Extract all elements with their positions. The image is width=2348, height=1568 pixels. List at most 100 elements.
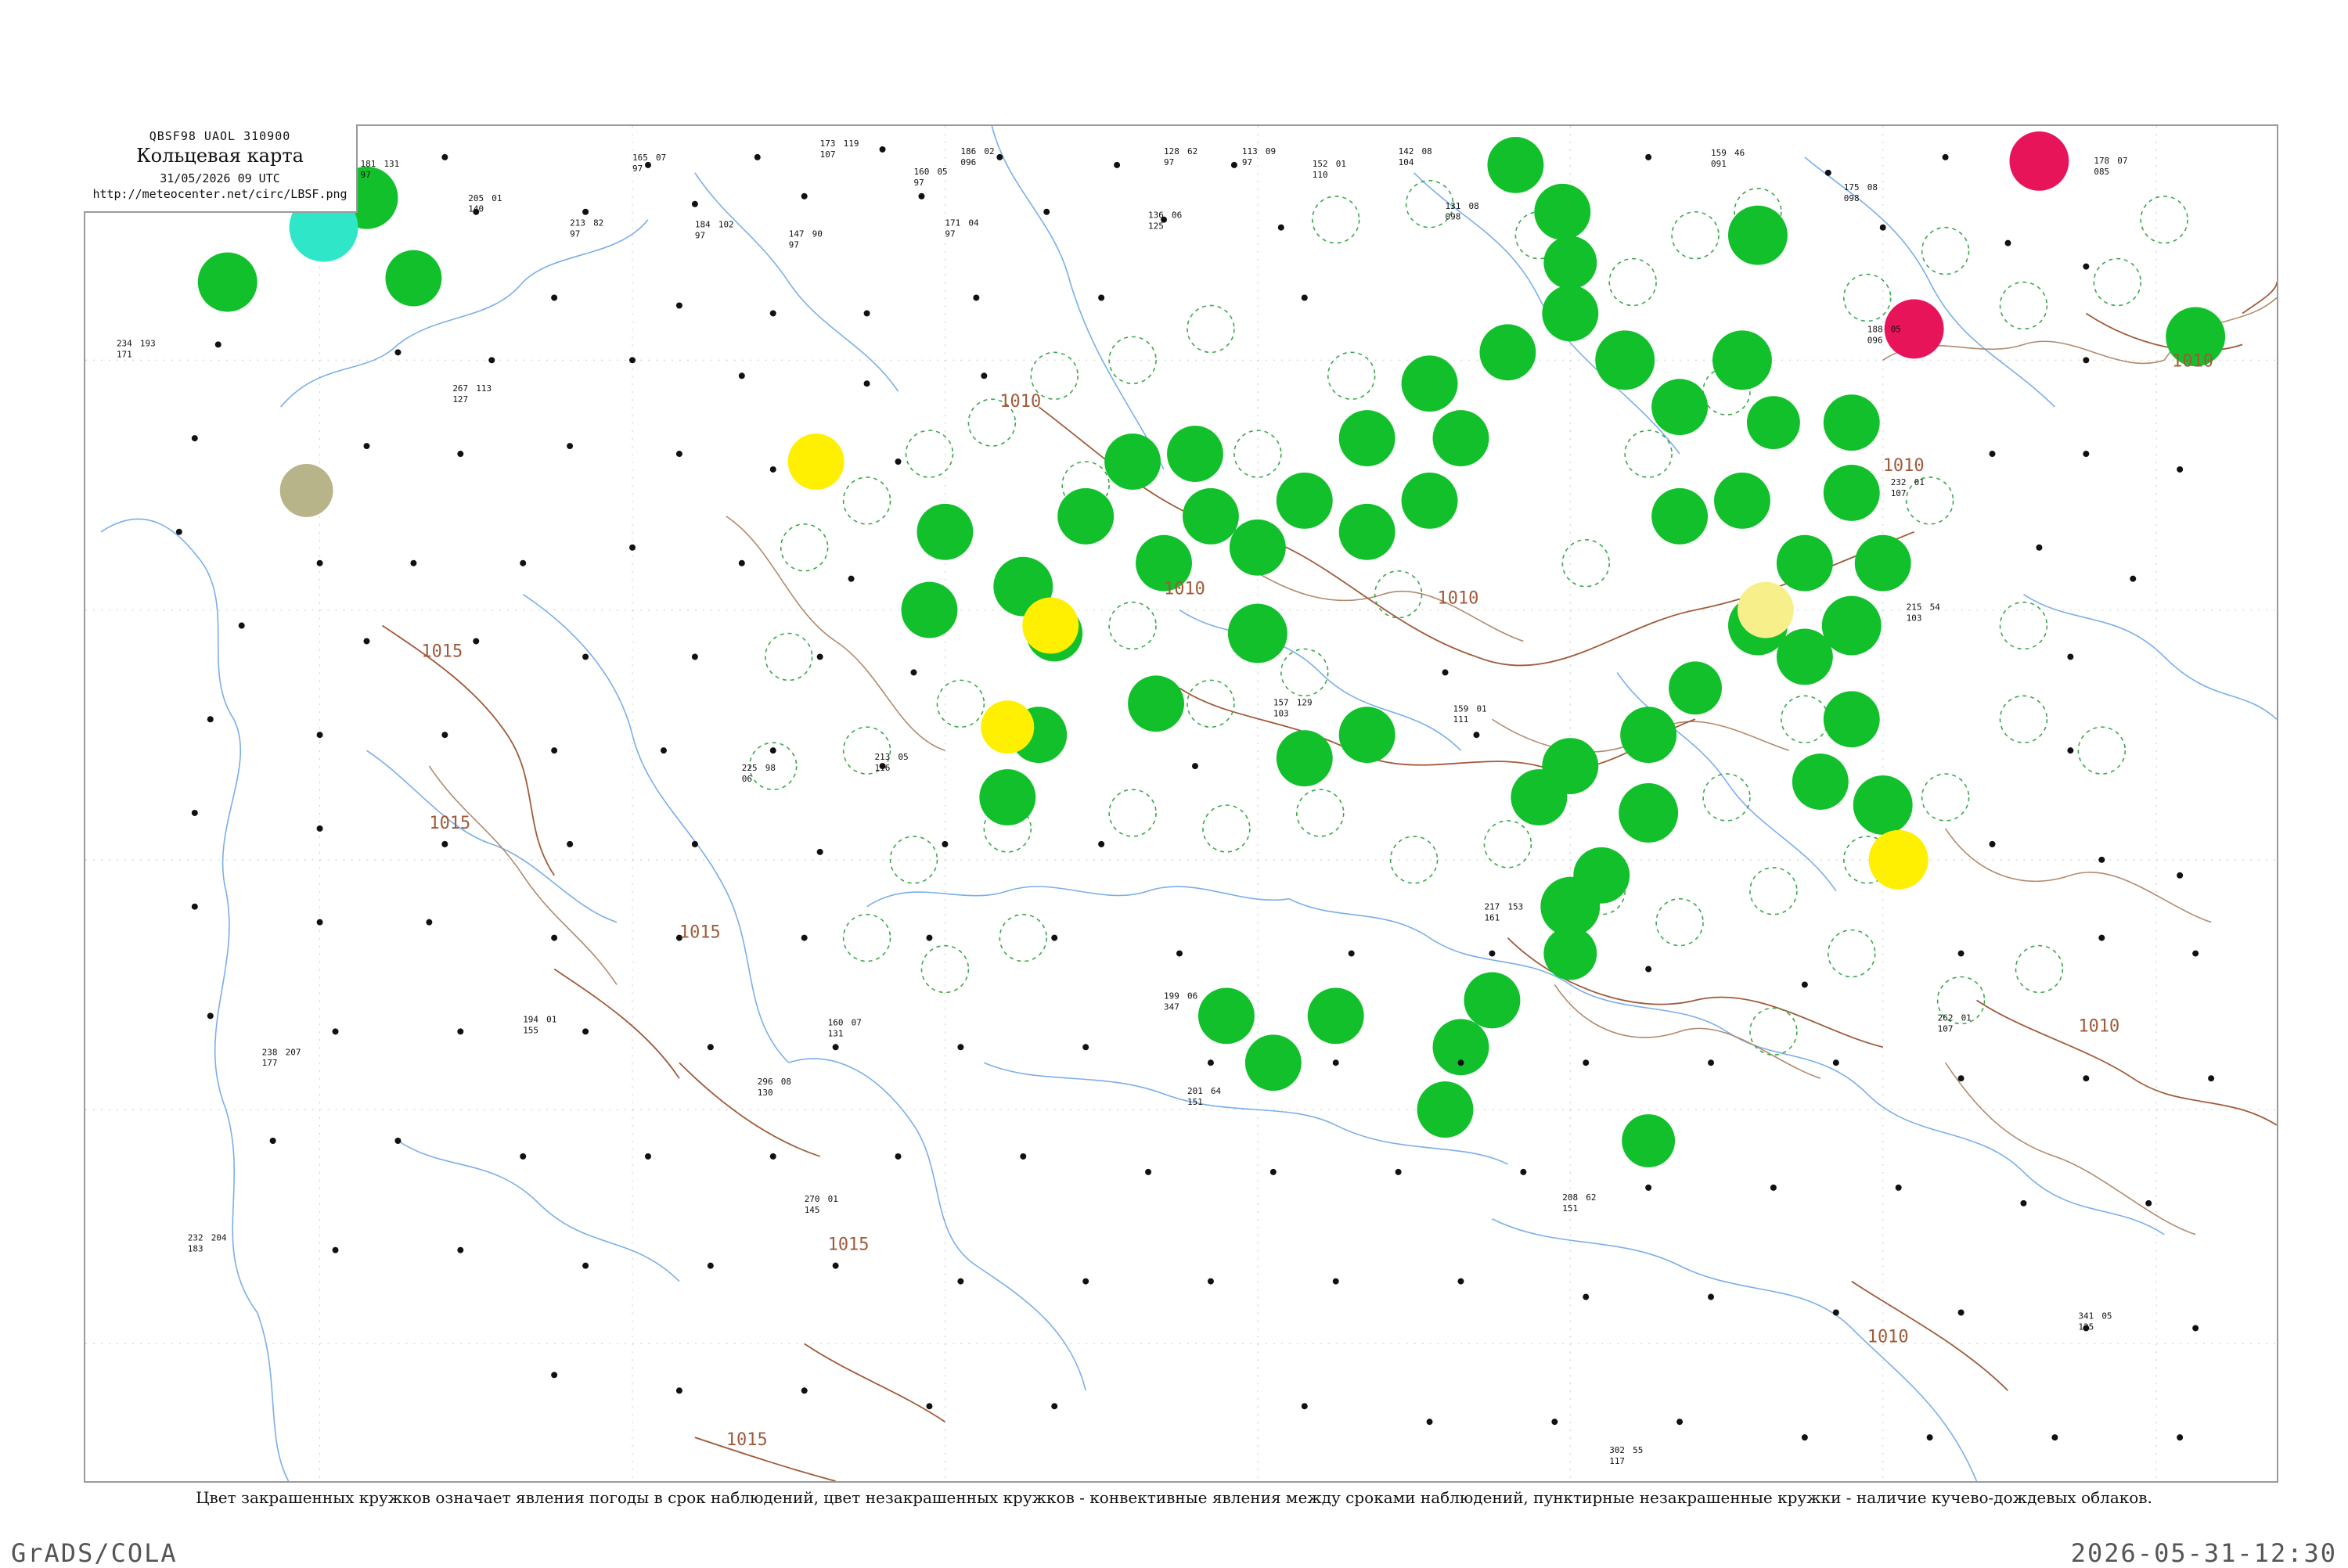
station-d: 05 [1891, 324, 1901, 334]
map-date: 31/05/2026 09 UTC [160, 171, 280, 185]
isobar-label: 1010 [999, 392, 1041, 412]
station-d: 06 [1187, 991, 1197, 1001]
station-d: 113 [476, 383, 492, 394]
station-p: 147 [789, 229, 805, 239]
station-d: 07 [2117, 156, 2127, 166]
station-p: 171 [945, 218, 960, 228]
station-p: 302 [1609, 1445, 1625, 1455]
footer-software-label: GrADS/COLA [11, 1538, 178, 1568]
station-p: 234 [117, 338, 132, 348]
station-t: 97 [913, 178, 924, 188]
isobar-label: 1015 [726, 1430, 768, 1450]
station-t: 97 [632, 164, 643, 174]
grid-lines [85, 126, 2277, 1481]
map-url[interactable]: http://meteocenter.net/circ/LBSF.png [84, 187, 356, 201]
station-p: 296 [758, 1077, 773, 1087]
station-p: 136 [1148, 210, 1164, 221]
station-t: 140 [468, 204, 484, 214]
station-t: 117 [1609, 1456, 1625, 1466]
station-p: 201 [1187, 1086, 1203, 1096]
station-d: 08 [781, 1077, 791, 1087]
station-p: 142 [1399, 146, 1414, 156]
station-d: 98 [765, 763, 776, 773]
station-t: 110 [1313, 170, 1328, 180]
station-d: 04 [968, 218, 979, 228]
station-d: 08 [1422, 146, 1432, 156]
station-p: 160 [913, 167, 929, 177]
station-p: 199 [1164, 991, 1179, 1001]
coastlines [100, 126, 2277, 1481]
isobar-label: 1015 [421, 642, 463, 661]
station-t: 155 [523, 1025, 538, 1035]
station-p: 205 [468, 193, 484, 203]
station-t: 107 [1891, 488, 1907, 498]
station-p: 157 [1273, 697, 1289, 707]
station-d: 05 [937, 167, 947, 177]
station-t: 096 [960, 157, 976, 167]
station-p: 194 [523, 1014, 538, 1024]
station-d: 62 [1187, 146, 1197, 156]
station-p: 238 [262, 1047, 278, 1057]
station-d: 62 [1586, 1192, 1596, 1203]
station-p: 217 [1484, 902, 1500, 912]
station-d: 129 [1297, 697, 1313, 707]
map-title: Кольцевая карта [136, 145, 304, 167]
station-p: 159 [1711, 148, 1727, 158]
station-t: 97 [945, 229, 955, 239]
station-t: 171 [117, 349, 132, 359]
station-t: 177 [262, 1058, 278, 1068]
station-t: 130 [758, 1088, 773, 1098]
station-t: 107 [1938, 1023, 1954, 1034]
footer-timestamp: 2026-05-31-12:30 [2070, 1538, 2337, 1568]
station-d: 01 [1914, 477, 1925, 487]
isobar-label: 1015 [679, 923, 721, 943]
station-t: 096 [1867, 335, 1883, 345]
station-t: 103 [1907, 613, 1922, 624]
station-t: 183 [188, 1244, 203, 1254]
station-p: 178 [2094, 156, 2109, 166]
station-d: 01 [1961, 1012, 1972, 1023]
station-d: 01 [828, 1194, 838, 1204]
station-p: 341 [2078, 1311, 2094, 1321]
station-t: 97 [1164, 157, 1174, 167]
station-d: 55 [1633, 1445, 1643, 1455]
station-t: 127 [452, 394, 468, 405]
station-t: 97 [695, 231, 705, 241]
station-t: 97 [360, 170, 370, 180]
station-t: 085 [2094, 167, 2109, 177]
station-d: 09 [1266, 146, 1276, 156]
station-d: 64 [1211, 1086, 1222, 1096]
station-p: 159 [1453, 703, 1469, 714]
station-p: 173 [820, 138, 836, 149]
station-d: 54 [1930, 602, 1941, 613]
station-t: 97 [789, 240, 799, 250]
map-area[interactable]: 1010 1010 1010 1010 1010 1010 1010 1015 … [84, 124, 2278, 1483]
station-p: 186 [960, 146, 976, 156]
station-t: 347 [1164, 1002, 1179, 1012]
station-t: 161 [1484, 913, 1500, 923]
isobar-label: 1010 [2172, 351, 2213, 371]
station-t: 06 [742, 774, 752, 784]
station-d: 01 [1476, 703, 1486, 714]
station-t: 103 [1273, 708, 1289, 718]
station-d: 07 [852, 1017, 862, 1027]
station-d: 02 [984, 146, 994, 156]
station-d: 119 [844, 138, 859, 149]
isobars [381, 282, 2277, 1481]
map-header-box: QBSF98 UAOL 310900 Кольцевая карта 31/05… [84, 124, 358, 213]
isobar-label: 1010 [1867, 1327, 1909, 1347]
station-t: 098 [1844, 193, 1860, 203]
station-d: 06 [1172, 210, 1182, 221]
station-d: 204 [211, 1233, 227, 1243]
isobar-label: 1015 [828, 1235, 870, 1255]
isobar-label: 1010 [1883, 456, 1925, 476]
station-p: 184 [695, 220, 711, 230]
synoptic-map: 1010 1010 1010 1010 1010 1010 1010 1015 … [85, 126, 2277, 1481]
station-p: 270 [805, 1194, 820, 1204]
station-p: 128 [1164, 146, 1179, 156]
station-p: 225 [742, 763, 758, 773]
station-d: 193 [140, 338, 156, 348]
station-p: 165 [632, 153, 648, 163]
station-p: 232 [1891, 477, 1907, 487]
station-p: 188 [1867, 324, 1883, 334]
